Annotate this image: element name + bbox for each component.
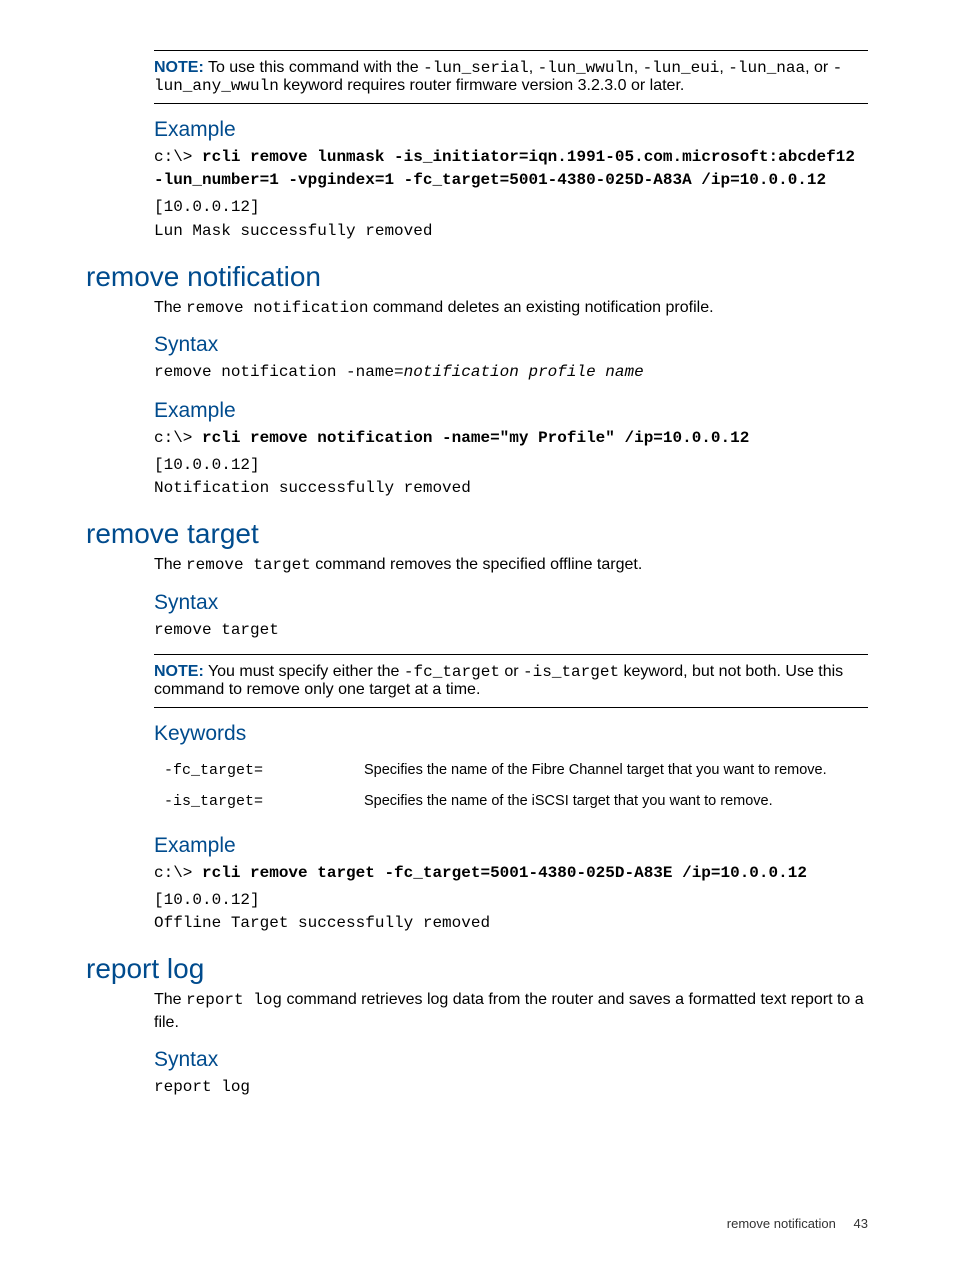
note-text-pre: To use this command with the bbox=[208, 59, 423, 76]
example-code: c:\> rcli remove notification -name="my … bbox=[154, 427, 868, 450]
footer-section: remove notification bbox=[727, 1216, 836, 1231]
keyword-lun-wwuln: -lun_wwuln bbox=[538, 59, 634, 77]
command-name: report log bbox=[186, 991, 282, 1009]
example-heading: Example bbox=[154, 834, 868, 858]
keyword-desc: Specifies the name of the Fibre Channel … bbox=[364, 758, 868, 789]
keyword-lun-naa: -lun_naa bbox=[728, 59, 805, 77]
command-name: remove target bbox=[186, 556, 311, 574]
page-footer: remove notification 43 bbox=[727, 1216, 868, 1231]
keyword-lun-eui: -lun_eui bbox=[643, 59, 720, 77]
example-output: [10.0.0.12] Lun Mask successfully remove… bbox=[154, 196, 868, 242]
note-text-post: keyword requires router firmware version… bbox=[279, 77, 685, 94]
keyword-is-target: -is_target bbox=[523, 663, 619, 681]
section-intro: The remove notification command deletes … bbox=[154, 297, 868, 320]
example-heading: Example bbox=[154, 118, 868, 142]
keywords-heading: Keywords bbox=[154, 722, 868, 746]
footer-page-number: 43 bbox=[854, 1216, 868, 1231]
example-output: [10.0.0.12] Offline Target successfully … bbox=[154, 889, 868, 935]
section-title-remove-notification: remove notification bbox=[86, 261, 868, 293]
syntax-code: remove target bbox=[154, 619, 868, 642]
keywords-table: -fc_target= Specifies the name of the Fi… bbox=[154, 758, 868, 820]
note-block: NOTE: To use this command with the -lun_… bbox=[154, 51, 868, 103]
section-intro: The report log command retrieves log dat… bbox=[154, 989, 868, 1033]
example-heading: Example bbox=[154, 399, 868, 423]
syntax-code: remove notification -name=notification p… bbox=[154, 361, 868, 384]
table-row: -is_target= Specifies the name of the iS… bbox=[154, 789, 868, 820]
keyword-fc-target: -fc_target bbox=[404, 663, 500, 681]
keyword-name: -fc_target= bbox=[154, 758, 364, 789]
example-code: c:\> rcli remove lunmask -is_initiator=i… bbox=[154, 146, 868, 192]
note-text: To use this command with the -lun_serial… bbox=[154, 59, 842, 94]
table-row: -fc_target= Specifies the name of the Fi… bbox=[154, 758, 868, 789]
syntax-heading: Syntax bbox=[154, 333, 868, 357]
keyword-lun-serial: -lun_serial bbox=[423, 59, 529, 77]
note-block: NOTE: You must specify either the -fc_ta… bbox=[154, 655, 868, 707]
section-title-report-log: report log bbox=[86, 953, 868, 985]
note-label: NOTE: bbox=[154, 59, 204, 76]
note-text: You must specify either the -fc_target o… bbox=[154, 663, 843, 698]
example-code: c:\> rcli remove target -fc_target=5001-… bbox=[154, 862, 868, 885]
section-title-remove-target: remove target bbox=[86, 518, 868, 550]
command-name: remove notification bbox=[186, 299, 368, 317]
keyword-desc: Specifies the name of the iSCSI target t… bbox=[364, 789, 868, 820]
syntax-heading: Syntax bbox=[154, 1048, 868, 1072]
keyword-name: -is_target= bbox=[154, 789, 364, 820]
syntax-heading: Syntax bbox=[154, 591, 868, 615]
syntax-code: report log bbox=[154, 1076, 868, 1099]
section-intro: The remove target command removes the sp… bbox=[154, 554, 868, 577]
note-label: NOTE: bbox=[154, 663, 204, 680]
example-output: [10.0.0.12] Notification successfully re… bbox=[154, 454, 868, 500]
